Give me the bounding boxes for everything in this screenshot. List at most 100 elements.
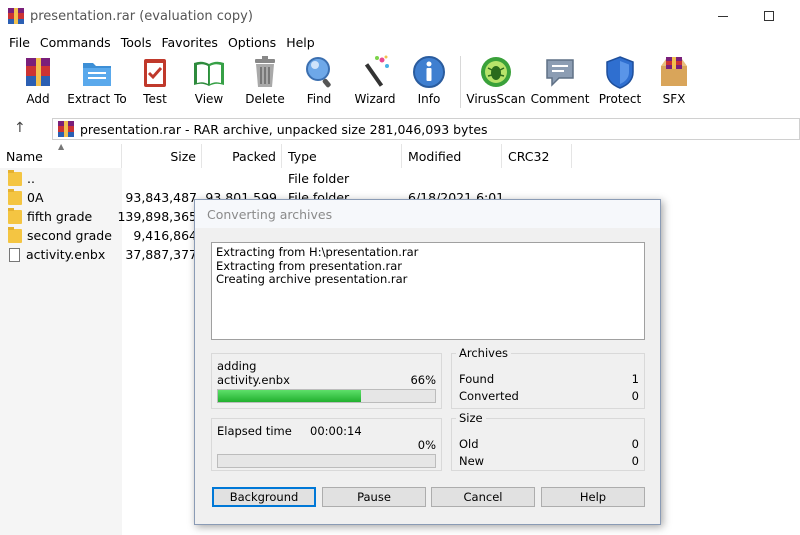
title-bar: presentation.rar (evaluation copy) [0, 0, 800, 32]
info-icon [413, 56, 445, 88]
pause-button[interactable]: Pause [322, 487, 426, 507]
column-header-packed[interactable]: Packed [202, 144, 282, 168]
comment-button[interactable]: Comment [530, 54, 590, 112]
trash-can-icon [255, 56, 275, 87]
comment-label: Comment [530, 92, 590, 106]
menu-tools[interactable]: Tools [116, 35, 157, 50]
file-size: 139,898,365 [117, 209, 197, 224]
folder-icon [8, 169, 22, 186]
add-button[interactable]: Add [18, 54, 58, 112]
cancel-button[interactable]: Cancel [431, 487, 535, 507]
sfx-button[interactable]: SFX [654, 54, 694, 112]
folder-icon [8, 207, 22, 224]
test-clipboard-icon [144, 59, 166, 87]
winrar-app-icon [8, 8, 24, 24]
folder-icon [8, 188, 22, 205]
dialog-title: Converting archives [207, 206, 333, 222]
file-type: File folder [288, 171, 350, 186]
size-group-title: Size [456, 411, 486, 425]
virusscan-button[interactable]: VirusScan [466, 54, 526, 112]
old-size-value: 0 [631, 437, 639, 451]
current-action: adding [217, 359, 257, 373]
up-arrow-icon[interactable]: ↑ [14, 120, 26, 136]
virusscan-label: VirusScan [466, 92, 526, 106]
view-button[interactable]: View [188, 54, 230, 112]
delete-label: Delete [245, 92, 285, 106]
minimize-icon [718, 15, 728, 17]
converting-archives-dialog: Converting archives Extracting from H:\p… [194, 199, 661, 525]
add-label: Add [26, 92, 50, 106]
address-field[interactable]: presentation.rar - RAR archive, unpacked… [52, 118, 800, 140]
current-file-name: activity.enbx [217, 373, 290, 387]
find-label: Find [306, 92, 332, 106]
background-button[interactable]: Background [212, 487, 316, 507]
found-label: Found [459, 372, 495, 386]
wizard-label: Wizard [354, 92, 396, 106]
total-progress-bar [217, 454, 436, 468]
old-size-label: Old [459, 437, 479, 451]
extract-to-button[interactable]: Extract To [67, 54, 127, 112]
delete-button[interactable]: Delete [244, 54, 286, 112]
log-line: Extracting from H:\presentation.rar [216, 245, 419, 259]
add-archive-icon [26, 58, 50, 86]
protect-button[interactable]: Protect [598, 54, 642, 112]
column-crc32-label: CRC32 [508, 148, 550, 164]
menu-favorites[interactable]: Favorites [156, 35, 222, 50]
extract-folder-icon [83, 63, 111, 86]
column-header-crc32[interactable]: CRC32 [502, 144, 572, 168]
elapsed-value: 00:00:14 [310, 424, 362, 438]
column-header-size[interactable]: Size [122, 144, 202, 168]
conversion-log[interactable]: Extracting from H:\presentation.rar Extr… [211, 242, 645, 340]
view-label: View [194, 92, 224, 106]
file-name: .. [27, 171, 35, 186]
file-name: 0A [27, 190, 44, 205]
file-percent: 66% [410, 373, 436, 387]
test-button[interactable]: Test [136, 54, 174, 112]
magnifier-icon [306, 57, 331, 88]
new-size-value: 0 [631, 454, 639, 468]
elapsed-label: Elapsed time [217, 424, 292, 438]
file-name: second grade [27, 228, 112, 243]
document-file-icon [9, 247, 20, 262]
column-packed-label: Packed [232, 148, 276, 164]
menu-commands[interactable]: Commands [35, 35, 116, 50]
comment-bubble-icon [546, 59, 574, 87]
sort-ascending-icon: ▲ [58, 142, 65, 151]
column-header-modified[interactable]: Modified [402, 144, 502, 168]
address-text: presentation.rar - RAR archive, unpacked… [80, 121, 488, 137]
column-size-label: Size [170, 148, 196, 164]
menu-bar: File Commands Tools Favorites Options He… [0, 32, 800, 52]
table-row[interactable]: .. File folder [0, 169, 800, 188]
toolbar: Add Extract To Test View Delete Find Wiz… [0, 52, 800, 114]
column-type-label: Type [288, 148, 317, 164]
log-line: Creating archive presentation.rar [216, 272, 408, 286]
find-button[interactable]: Find [300, 54, 338, 112]
column-header-row: ▲ Name Size Packed Type Modified CRC32 [0, 142, 800, 168]
file-progress-bar [217, 389, 436, 403]
maximize-icon [764, 11, 774, 21]
menu-file[interactable]: File [4, 35, 35, 50]
minimize-button[interactable] [700, 0, 746, 32]
column-header-type[interactable]: Type [282, 144, 402, 168]
info-label: Info [417, 92, 441, 106]
magic-wand-icon [364, 55, 389, 87]
info-button[interactable]: Info [412, 54, 446, 112]
help-button[interactable]: Help [541, 487, 645, 507]
total-percent: 0% [417, 438, 436, 452]
current-file-panel: adding activity.enbx 66% [211, 353, 442, 409]
sfx-label: SFX [662, 92, 686, 106]
maximize-button[interactable] [746, 0, 792, 32]
menu-help[interactable]: Help [281, 35, 320, 50]
wizard-button[interactable]: Wizard [352, 54, 398, 112]
sfx-box-icon [661, 57, 687, 86]
rar-archive-icon [58, 121, 74, 137]
dialog-title-bar[interactable]: Converting archives [195, 200, 660, 228]
menu-options[interactable]: Options [223, 35, 281, 50]
column-name-label: Name [6, 148, 43, 164]
log-line: Extracting from presentation.rar [216, 258, 402, 273]
column-header-name[interactable]: ▲ Name [0, 142, 122, 168]
shield-icon [606, 56, 634, 89]
protect-label: Protect [598, 92, 642, 106]
size-group: Size Old 0 New 0 [451, 411, 645, 471]
bug-scan-icon [481, 57, 511, 87]
